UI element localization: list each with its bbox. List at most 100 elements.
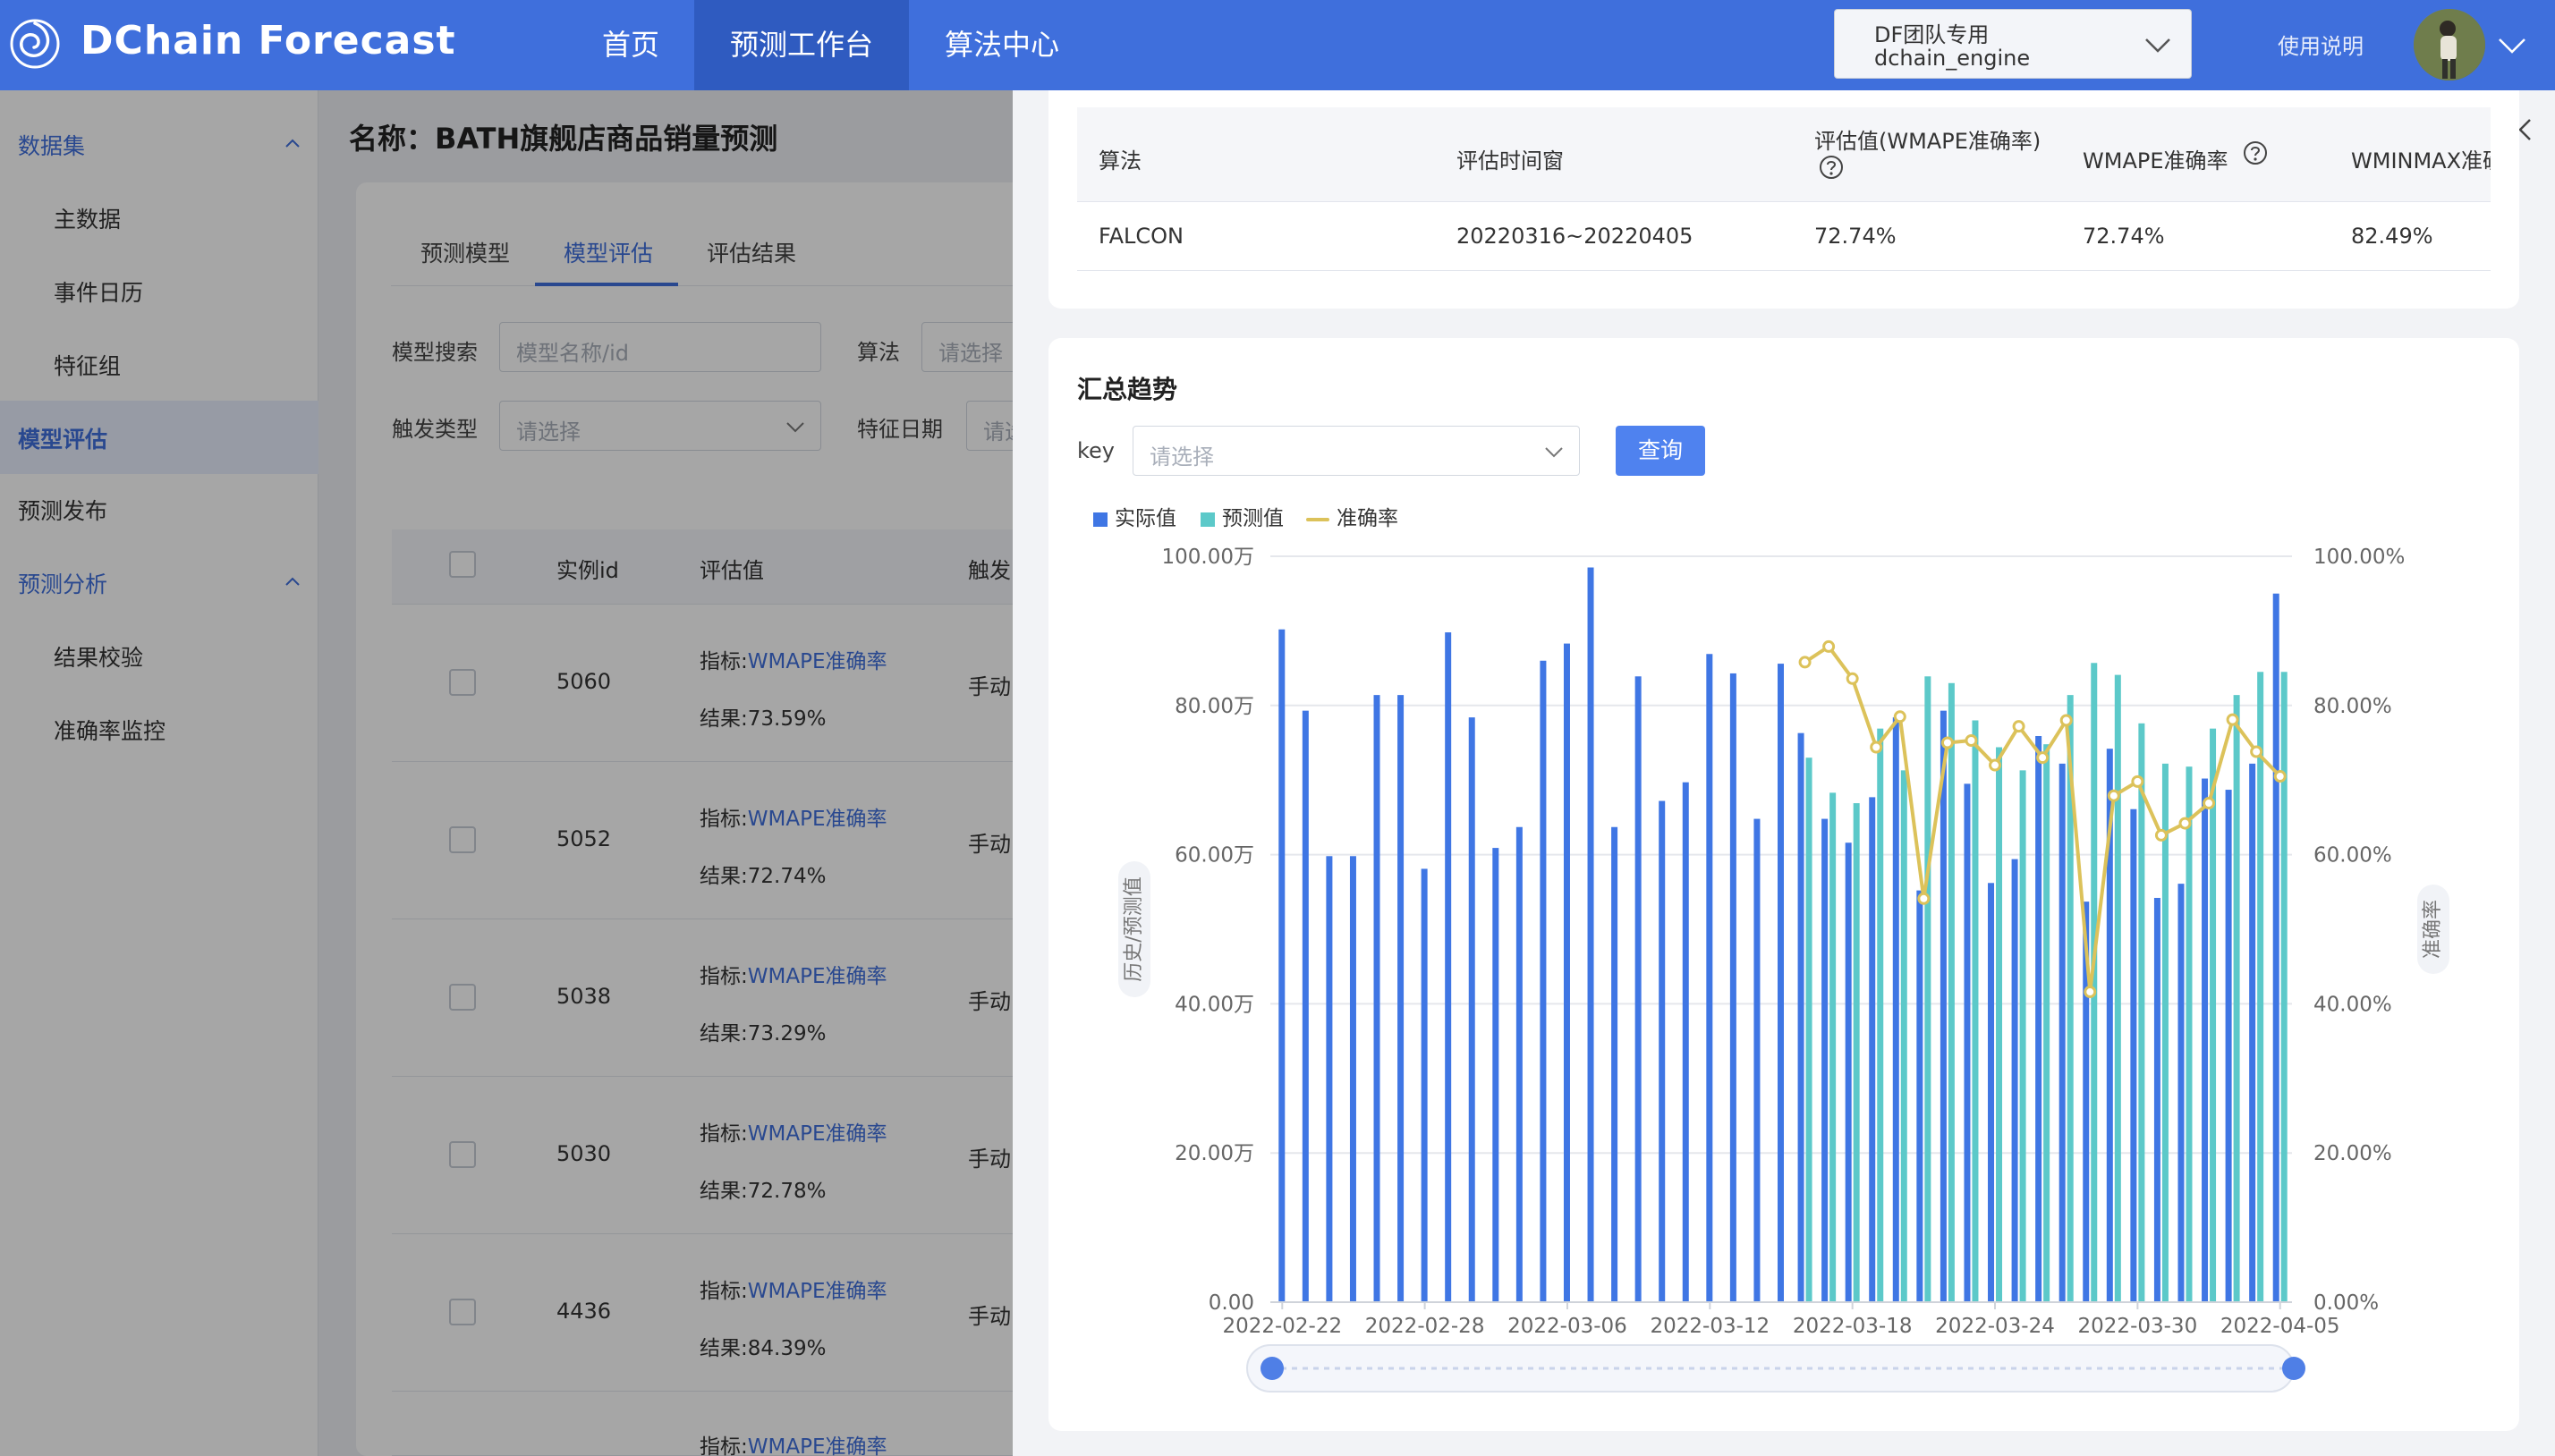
sidebar-item-result-check[interactable]: 结果校验 [54,640,143,673]
bar-predicted [2210,728,2217,1302]
bar-actual [1821,818,1829,1302]
row-metric: 指标:WMAPE准确率 [700,1116,887,1147]
y-right-tick-label: 100.00% [2313,546,2405,569]
table-row[interactable]: 4436 指标:WMAPE准确率 结果:84.39% 手动 [392,1234,1036,1392]
metric-link[interactable]: WMAPE准确率 [748,1122,887,1146]
bar-actual [1492,848,1499,1302]
eval-td-algo: FALCON [1099,224,1184,249]
sidebar-item-model-eval[interactable]: 模型评估 [18,422,107,454]
row-checkbox[interactable] [449,984,476,1011]
accuracy-point [2084,986,2097,999]
model-search-input[interactable]: 模型名称/id [499,322,821,372]
sidebar-item-event-calendar[interactable]: 事件日历 [54,275,143,308]
th-eval-value: 评估值 [700,558,764,583]
bar-actual [2153,897,2160,1302]
row-result: 结果:73.29% [700,1022,827,1045]
key-select[interactable]: 请选择 [1133,426,1580,476]
y-left-title: 历史/预测值 [1123,876,1145,981]
y-right-tick-label: 80.00% [2313,695,2392,718]
tab-eval-result[interactable]: 评估结果 [707,236,796,268]
row-checkbox[interactable] [449,826,476,853]
metric-link[interactable]: WMAPE准确率 [748,1280,887,1303]
legend-actual[interactable]: 实际值 [1093,501,1176,531]
page-title: 名称：BATH旗舰店商品销量预测 [349,122,778,156]
x-tick-label: 2022-03-12 [1650,1315,1770,1338]
accuracy-point [2203,797,2216,810]
zoom-handle-end[interactable] [2282,1357,2305,1380]
row-metric: 指标:WMAPE准确率 [700,1429,887,1456]
avatar[interactable] [2414,9,2485,80]
bar-predicted [1996,747,2003,1302]
trigger-type-select[interactable]: 请选择 [499,401,821,451]
row-trigger: 手动 [968,1147,1011,1172]
sidebar-item-accuracy-monitor[interactable]: 准确率监控 [54,714,166,746]
sidebar-item-master-data[interactable]: 主数据 [54,202,121,234]
nav-algorithm-center[interactable]: 算法中心 [914,0,1090,90]
bar-actual [1611,826,1618,1302]
row-instance-id: 4436 [556,1299,612,1324]
legend-swatch-predicted [1201,512,1215,527]
bar-predicted [1853,803,1860,1302]
y-right-title: 准确率 [2422,900,2444,959]
eval-table-header [1077,107,2491,202]
row-checkbox[interactable] [449,669,476,696]
eval-td-wmape: 72.74% [2083,224,2165,249]
bar-actual [1964,783,1971,1302]
nav-home[interactable]: 首页 [573,0,689,90]
metric-link[interactable]: WMAPE准确率 [748,808,887,831]
bar-actual [1659,800,1666,1302]
metric-link[interactable]: WMAPE准确率 [748,965,887,988]
row-trigger: 手动 [968,832,1011,857]
legend-swatch-accuracy [1306,517,1329,521]
legend-predicted[interactable]: 预测值 [1201,501,1284,531]
tab-model-eval[interactable]: 模型评估 [564,236,653,268]
metric-link[interactable]: WMAPE准确率 [748,1435,887,1456]
bar-predicted [2233,695,2240,1302]
bar-actual [2177,884,2185,1302]
bar-predicted [2138,723,2145,1302]
chevron-up-icon[interactable] [283,572,302,592]
tab-active-underline [535,283,678,286]
row-result: 结果:84.39% [700,1337,827,1360]
sidebar-item-feature-group[interactable]: 特征组 [54,349,121,381]
query-button[interactable]: 查询 [1616,426,1705,476]
row-checkbox[interactable] [449,1299,476,1325]
table-row[interactable]: 5060 指标:WMAPE准确率 结果:73.59% 手动 [392,605,1036,762]
bar-actual [1349,856,1356,1302]
accuracy-point [2131,775,2144,788]
accuracy-point [2059,714,2073,727]
algo-placeholder: 请选择 [938,341,1003,366]
x-tick-label: 2022-03-24 [1935,1315,2055,1338]
x-tick-label: 2022-02-28 [1365,1315,1485,1338]
sidebar-group-analysis[interactable]: 预测分析 [18,567,107,599]
table-row[interactable]: 5052 指标:WMAPE准确率 结果:72.74% 手动 [392,762,1036,919]
question-circle-icon[interactable] [1818,154,1845,181]
zoom-handle-start[interactable] [1261,1357,1284,1380]
question-circle-icon[interactable] [2242,140,2269,166]
row-checkbox[interactable] [449,1141,476,1168]
table-header: 实例id 评估值 触发 [392,529,1036,605]
tab-forecast-model[interactable]: 预测模型 [420,236,510,268]
nav-workbench[interactable]: 预测工作台 [694,0,909,90]
table-row[interactable]: 5030 指标:WMAPE准确率 结果:72.78% 手动 [392,1077,1036,1234]
tenant-select[interactable]: DF团队专用 dchain_engine [1834,9,2192,79]
sidebar-item-forecast-release[interactable]: 预测发布 [18,494,107,526]
row-metric: 指标:WMAPE准确率 [700,1274,887,1304]
help-link[interactable]: 使用说明 [2278,29,2364,60]
bar-actual [1468,717,1475,1302]
chevron-down-icon[interactable] [2496,29,2528,61]
bar-actual [1753,818,1761,1302]
table-row[interactable]: 5038 指标:WMAPE准确率 结果:73.29% 手动 [392,919,1036,1077]
chevron-up-icon[interactable] [283,134,302,154]
legend-accuracy[interactable]: 准确率 [1306,501,1398,531]
y-left-tick-label: 40.00万 [1175,993,1254,1016]
x-tick-label: 2022-03-30 [2078,1315,2198,1338]
sidebar-group-dataset[interactable]: 数据集 [18,129,85,161]
select-all-checkbox[interactable] [449,551,476,578]
table-row[interactable]: 指标:WMAPE准确率 [392,1392,1036,1456]
metric-link[interactable]: WMAPE准确率 [748,650,887,673]
app-title[interactable]: DChain Forecast [81,18,456,63]
bar-actual [2249,763,2256,1302]
bar-actual [1326,856,1333,1302]
bar-actual [2202,778,2209,1302]
